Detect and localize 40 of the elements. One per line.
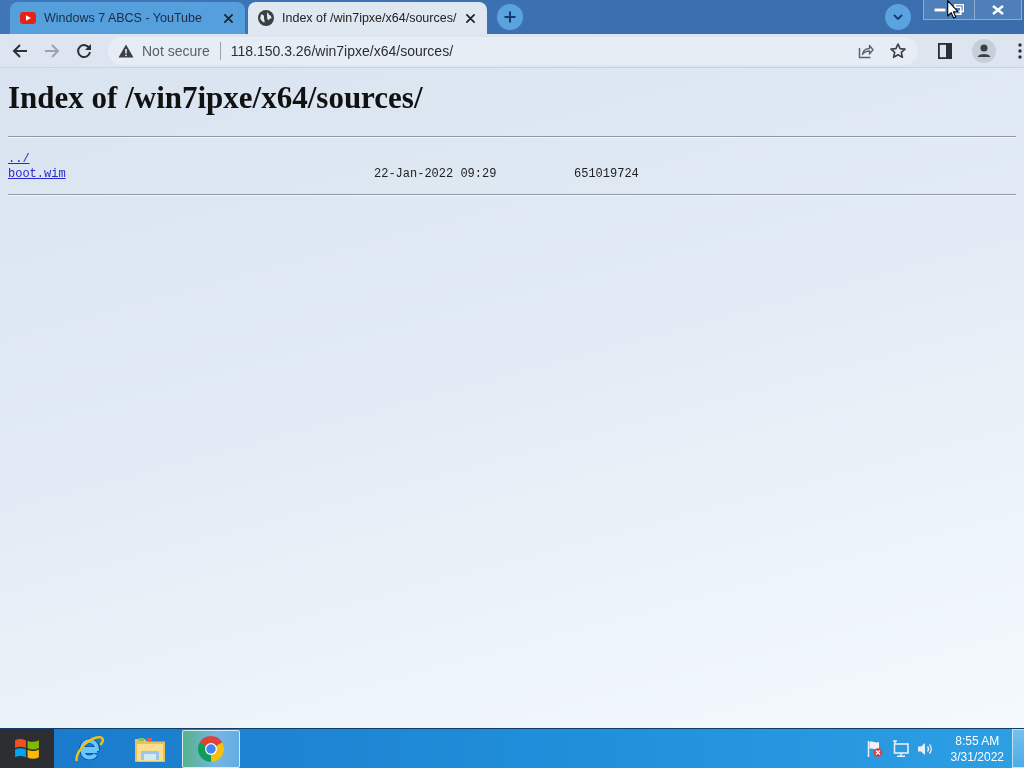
mouse-pointer-icon [947, 0, 959, 19]
browser-tab[interactable]: Index of /win7ipxe/x64/sources/ [248, 2, 487, 34]
share-icon[interactable] [858, 42, 874, 59]
close-icon[interactable] [466, 13, 475, 23]
speaker-icon[interactable] [916, 740, 933, 757]
taskbar-button[interactable] [182, 730, 240, 768]
file-size: 651019724 [574, 167, 639, 182]
star-icon[interactable] [890, 42, 906, 59]
menu-icon[interactable] [1018, 42, 1022, 59]
globe-icon [258, 10, 274, 26]
tab-search-button[interactable] [885, 4, 911, 30]
plus-icon [504, 11, 516, 23]
restore-icon[interactable] [952, 4, 964, 15]
security-label: Not secure [142, 42, 210, 59]
file-date: 22-Jan-2022 09:29 [374, 167, 497, 182]
flag-icon[interactable] [866, 739, 883, 758]
four-pane-logo-icon [14, 736, 40, 761]
warning-icon [118, 43, 134, 58]
folder-icon [134, 735, 166, 763]
e-logo-icon [74, 734, 104, 764]
round-logo-icon [197, 735, 225, 763]
file-link[interactable]: boot.wim [8, 167, 66, 182]
start-button[interactable] [0, 729, 54, 768]
parent-directory-link[interactable]: ../ [8, 152, 30, 167]
side-panel-icon[interactable] [938, 42, 952, 59]
url-text: 118.150.3.26/win7ipxe/x64/sources/ [230, 42, 454, 59]
address-bar[interactable]: Not secure 118.150.3.26/win7ipxe/x64/sources/ [108, 36, 918, 65]
new-tab-button[interactable] [497, 4, 523, 30]
clock-time: 8:55 AM [955, 732, 1000, 749]
chevron-down-icon [893, 14, 903, 20]
page-heading: Index of /win7ipxe/x64/sources/ [8, 80, 424, 116]
minimize-icon[interactable] [934, 7, 946, 12]
close-icon[interactable] [224, 13, 233, 23]
play-button-icon [20, 12, 36, 24]
network-icon[interactable] [890, 740, 909, 757]
arrow-left-icon[interactable] [12, 42, 28, 59]
clock-date: 3/31/2022 [950, 748, 1004, 765]
browser-tab[interactable]: Windows 7 ABCS - YouTube [10, 2, 245, 34]
profile-icon[interactable] [972, 38, 996, 63]
reload-icon[interactable] [76, 42, 92, 59]
